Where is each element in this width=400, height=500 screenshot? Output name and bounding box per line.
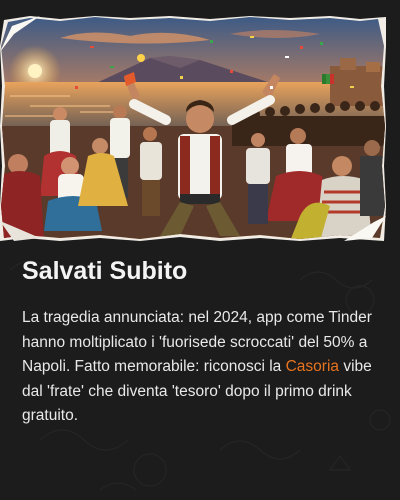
card-body: La tragedia annunciata: nel 2024, app co… bbox=[22, 306, 380, 429]
card-title: Salvati Subito bbox=[22, 257, 188, 285]
hero-image bbox=[0, 16, 386, 241]
highlight-link-casoria[interactable]: Casoria bbox=[286, 358, 339, 375]
